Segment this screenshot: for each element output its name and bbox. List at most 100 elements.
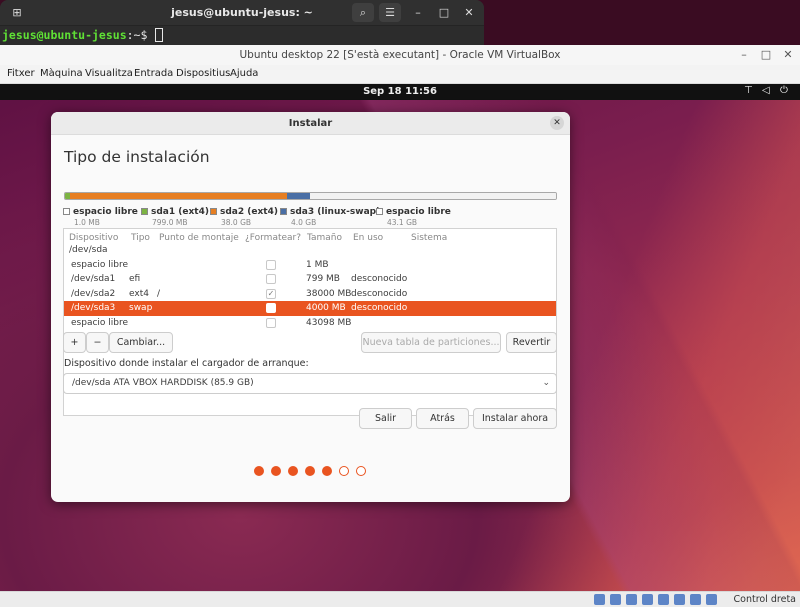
bootloader-select[interactable]: /dev/sda ATA VBOX HARDDISK (85.9 GB) ⌄ bbox=[63, 373, 557, 394]
cursor bbox=[155, 28, 164, 42]
cell-device: /dev/sda3 bbox=[71, 303, 116, 314]
quit-button[interactable]: Salir bbox=[359, 408, 412, 429]
cell-used: desconocido bbox=[351, 288, 408, 299]
back-button[interactable]: Atrás bbox=[416, 408, 469, 429]
power-icon[interactable]: ⏻ bbox=[780, 85, 788, 96]
table-row[interactable]: /dev/sda2 ext4 / 38000 MB desconocido ✓ bbox=[64, 287, 556, 302]
vbox-minimize-icon[interactable]: – bbox=[736, 47, 752, 63]
prompt-rest: :~$ bbox=[126, 28, 155, 42]
partition-segment bbox=[69, 193, 287, 199]
cell-size: 4000 MB bbox=[306, 303, 346, 314]
recording-icon[interactable] bbox=[706, 594, 717, 605]
format-checkbox[interactable] bbox=[266, 274, 276, 285]
menu-ajuda[interactable]: Ajuda bbox=[230, 68, 258, 79]
col-header-device[interactable]: Dispositivo bbox=[69, 233, 118, 243]
legend-item: espacio libre 1.0 MB bbox=[63, 204, 138, 227]
vbox-close-icon[interactable]: ✕ bbox=[780, 47, 796, 63]
minimize-icon[interactable]: – bbox=[410, 5, 426, 21]
shared-folder-icon[interactable] bbox=[674, 594, 685, 605]
cell-device: espacio libre bbox=[71, 318, 129, 328]
partition-bar bbox=[64, 192, 557, 200]
table-row[interactable]: /dev/sda bbox=[64, 243, 556, 258]
bootloader-label: Dispositivo donde instalar el cargador d… bbox=[64, 358, 309, 369]
partition-segment bbox=[309, 193, 556, 199]
legend-size: 799.0 MB bbox=[152, 218, 188, 227]
step-dot-done bbox=[305, 466, 315, 476]
revert-button[interactable]: Revertir bbox=[506, 332, 557, 353]
format-checkbox[interactable] bbox=[266, 318, 276, 328]
vbox-statusbar: Control dreta bbox=[0, 591, 800, 607]
legend-item: sda3 (linux-swap) 4.0 GB bbox=[280, 204, 380, 227]
legend-swatch bbox=[376, 208, 383, 215]
gnome-topbar: Sep 18 11:56 ⊤ ◁ ⏻ bbox=[0, 84, 800, 100]
cell-device: /dev/sda bbox=[69, 245, 108, 255]
legend-swatch bbox=[280, 208, 287, 215]
optical-drive-icon[interactable] bbox=[610, 594, 621, 605]
menu-fitxer[interactable]: Fitxer bbox=[7, 68, 35, 79]
cell-device: espacio libre bbox=[71, 259, 129, 270]
cell-mount: / bbox=[157, 288, 161, 299]
bootloader-value: /dev/sda ATA VBOX HARDDISK (85.9 GB) bbox=[72, 378, 254, 388]
format-checkbox[interactable] bbox=[266, 259, 276, 270]
menu-dispositius[interactable]: Dispositius bbox=[176, 68, 230, 79]
step-dot-done bbox=[322, 466, 332, 476]
legend-swatch bbox=[210, 208, 217, 215]
audio-icon[interactable] bbox=[626, 594, 637, 605]
table-row[interactable]: espacio libre 1 MB bbox=[64, 258, 556, 273]
legend-swatch bbox=[141, 208, 148, 215]
vbox-menubar: Fitxer Màquina Visualitza Entrada Dispos… bbox=[0, 65, 800, 84]
terminal-prompt[interactable]: jesus@ubuntu-jesus:~$ bbox=[2, 28, 164, 42]
cell-used: desconocido bbox=[351, 274, 408, 285]
col-header-size[interactable]: Tamaño bbox=[307, 233, 342, 243]
installer-dialog: Instalar ✕ Tipo de instalación espacio l… bbox=[51, 112, 570, 502]
col-header-type[interactable]: Tipo bbox=[131, 233, 150, 243]
menu-visualitza[interactable]: Visualitza bbox=[85, 68, 133, 79]
cell-type: ext4 bbox=[129, 288, 149, 299]
col-header-format[interactable]: ¿Formatear? bbox=[245, 233, 301, 243]
volume-icon[interactable]: ◁ bbox=[762, 85, 770, 96]
prompt-user: jesus@ubuntu-jesus bbox=[2, 28, 127, 42]
partition-segment bbox=[286, 193, 310, 199]
cell-used: desconocido bbox=[351, 303, 408, 314]
dialog-close-icon[interactable]: ✕ bbox=[550, 116, 564, 130]
network-icon[interactable]: ⊤ bbox=[744, 85, 753, 96]
legend-size: 4.0 GB bbox=[291, 218, 317, 227]
table-row[interactable]: espacio libre 43098 MB bbox=[64, 316, 556, 331]
terminal-window: ⊞ jesus@ubuntu-jesus: ~ ⌕ ☰ – □ ✕ jesus@… bbox=[0, 0, 484, 45]
legend-size: 1.0 MB bbox=[74, 218, 100, 227]
table-row[interactable]: /dev/sda3 swap 4000 MB desconocido bbox=[64, 301, 556, 316]
close-icon[interactable]: ✕ bbox=[461, 5, 477, 21]
step-dot-done bbox=[271, 466, 281, 476]
change-button[interactable]: Cambiar... bbox=[109, 332, 173, 353]
table-row[interactable]: /dev/sda1 efi 799 MB desconocido bbox=[64, 272, 556, 287]
col-header-used[interactable]: En uso bbox=[353, 233, 383, 243]
clock[interactable]: Sep 18 11:56 bbox=[0, 86, 800, 97]
col-header-mount[interactable]: Punto de montaje bbox=[159, 233, 239, 243]
cell-size: 799 MB bbox=[306, 274, 340, 285]
hdd-icon[interactable] bbox=[594, 594, 605, 605]
legend-name: sda3 (linux-swap) bbox=[290, 207, 381, 217]
format-checkbox[interactable] bbox=[266, 303, 276, 314]
menu-entrada[interactable]: Entrada bbox=[134, 68, 173, 79]
display-icon[interactable] bbox=[690, 594, 701, 605]
remove-partition-button[interactable]: − bbox=[86, 332, 109, 353]
cell-type: efi bbox=[129, 274, 141, 285]
maximize-icon[interactable]: □ bbox=[436, 5, 452, 21]
col-header-system[interactable]: Sistema bbox=[411, 233, 447, 243]
menu-maquina[interactable]: Màquina bbox=[40, 68, 83, 79]
network-adapter-icon[interactable] bbox=[642, 594, 653, 605]
cell-size: 1 MB bbox=[306, 259, 329, 270]
legend-name: sda1 (ext4) bbox=[151, 207, 209, 217]
format-checkbox[interactable]: ✓ bbox=[266, 288, 276, 299]
usb-icon[interactable] bbox=[658, 594, 669, 605]
install-now-button[interactable]: Instalar ahora bbox=[473, 408, 557, 429]
dialog-title: Instalar bbox=[51, 112, 570, 135]
search-icon[interactable]: ⌕ bbox=[352, 3, 374, 22]
hamburger-menu-icon[interactable]: ☰ bbox=[379, 3, 401, 22]
add-partition-button[interactable]: + bbox=[63, 332, 86, 353]
legend-item: sda1 (ext4) 799.0 MB bbox=[141, 204, 209, 227]
partition-legend: espacio libre 1.0 MB sda1 (ext4) 799.0 M… bbox=[63, 204, 563, 227]
vbox-maximize-icon[interactable]: □ bbox=[758, 47, 774, 63]
legend-size: 38.0 GB bbox=[221, 218, 252, 227]
new-partition-table-button[interactable]: Nueva tabla de particiones... bbox=[361, 332, 501, 353]
